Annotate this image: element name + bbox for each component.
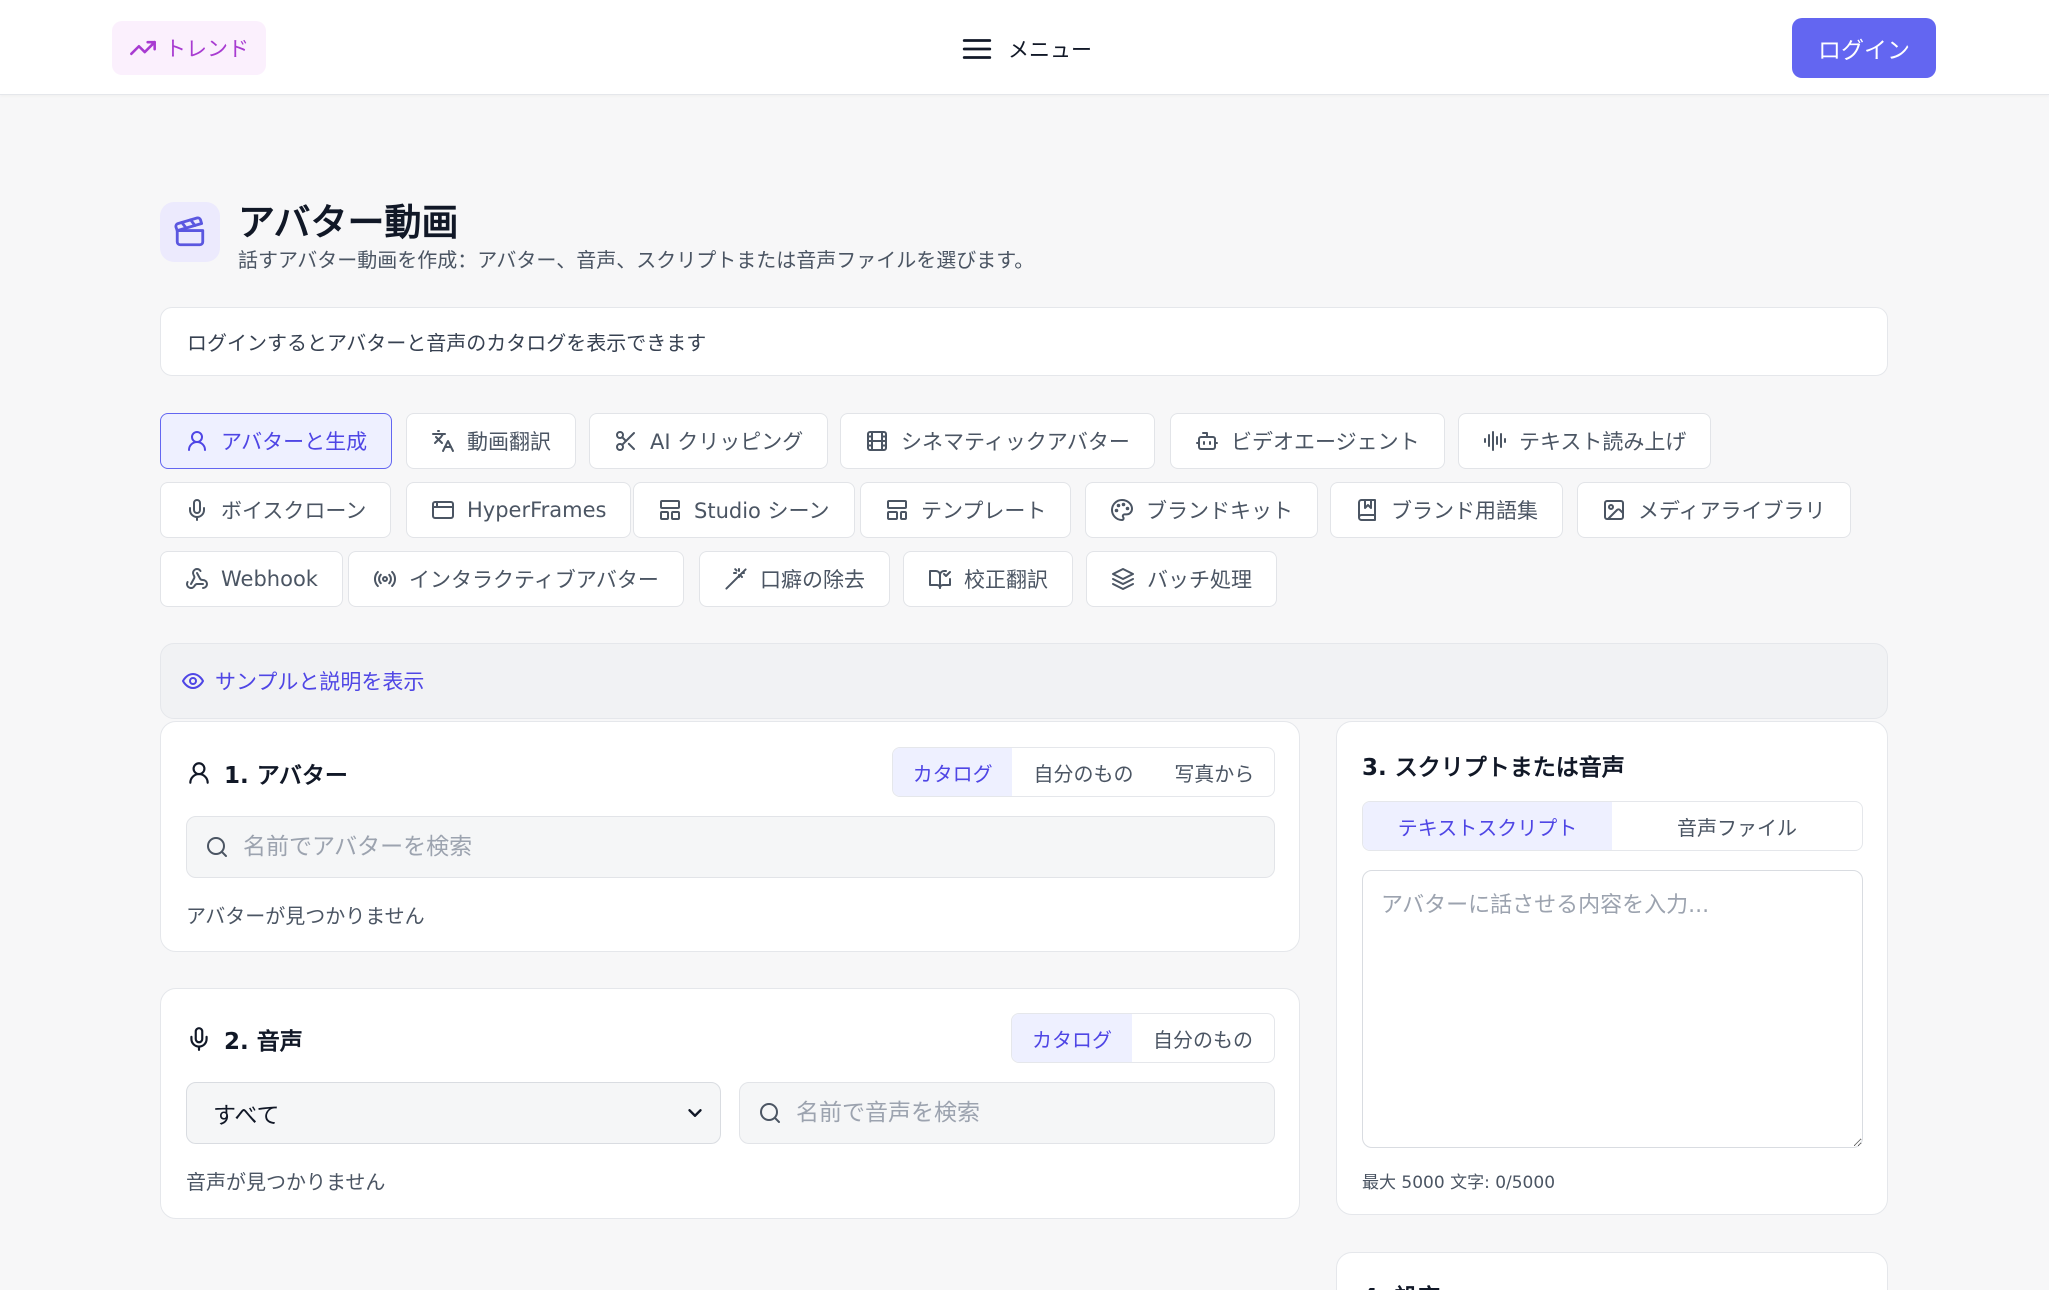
tool-tab-label: アバターと生成 <box>221 430 368 454</box>
script-tab-text[interactable]: テキストスクリプト <box>1363 802 1612 850</box>
voice-tab-mine[interactable]: 自分のもの <box>1132 1014 1274 1062</box>
top-header: トレンド メニュー ログイン <box>0 0 2049 95</box>
avatar-tab-mine[interactable]: 自分のもの <box>1012 748 1154 796</box>
layout-icon <box>658 498 682 522</box>
trend-button[interactable]: トレンド <box>112 21 266 75</box>
tool-tab-ai-clipping[interactable]: AI クリッピング <box>589 413 829 469</box>
trend-label: トレンド <box>165 37 249 61</box>
page-title-badge <box>160 202 220 262</box>
layers-icon <box>1111 567 1135 591</box>
tool-tab-template[interactable]: テンプレート <box>860 482 1072 538</box>
script-textarea[interactable] <box>1362 870 1863 1148</box>
film-icon <box>865 429 889 453</box>
user-icon <box>186 760 212 786</box>
tool-tab-media-library[interactable]: メディアライブラリ <box>1577 482 1851 538</box>
tool-tab-text-to-speech[interactable]: テキスト読み上げ <box>1458 413 1712 469</box>
microphone-icon <box>186 1026 212 1052</box>
bot-icon <box>1195 429 1219 453</box>
search-icon <box>758 1101 782 1125</box>
tool-tab-label: メディアライブラリ <box>1638 499 1826 523</box>
search-icon <box>205 835 229 859</box>
tool-tab-label: AI クリッピング <box>650 430 804 454</box>
show-samples-toggle[interactable]: サンプルと説明を表示 <box>160 643 1888 719</box>
audio-waveform-icon <box>1483 429 1507 453</box>
show-samples-label: サンプルと説明を表示 <box>215 670 425 694</box>
page-title: アバター動画 <box>238 201 459 244</box>
voice-card-title: 2. 音声 <box>186 1022 303 1056</box>
tool-tab-label: 校正翻訳 <box>964 568 1048 592</box>
tool-tab-video-translate[interactable]: 動画翻訳 <box>406 413 576 469</box>
scissors-icon <box>614 429 638 453</box>
translate-icon <box>431 429 455 453</box>
tool-tab-label: ブランド用語集 <box>1391 499 1538 523</box>
image-icon <box>1602 498 1626 522</box>
user-icon <box>185 429 209 453</box>
eye-icon <box>181 669 205 693</box>
avatar-search-input[interactable] <box>243 834 1274 860</box>
tool-tab-webhook[interactable]: Webhook <box>160 551 343 607</box>
avatar-tab-catalog[interactable]: カタログ <box>893 748 1013 796</box>
magic-wand-icon <box>724 567 748 591</box>
tool-tab-brand-glossary[interactable]: ブランド用語集 <box>1330 482 1563 538</box>
avatar-tab-from-photo[interactable]: 写真から <box>1155 748 1274 796</box>
tool-tab-label: ボイスクローン <box>221 499 367 523</box>
voice-source-tabs: カタログ 自分のもの <box>1011 1013 1275 1063</box>
tool-tab-batch-processing[interactable]: バッチ処理 <box>1086 551 1277 607</box>
voice-tab-catalog[interactable]: カタログ <box>1012 1014 1133 1062</box>
avatar-card-title: 1. アバター <box>186 756 348 790</box>
script-tab-audio-file[interactable]: 音声ファイル <box>1612 802 1862 850</box>
webhook-icon <box>185 567 209 591</box>
login-button[interactable]: ログイン <box>1792 18 1936 78</box>
tool-tab-proofread-translate[interactable]: 校正翻訳 <box>903 551 1073 607</box>
tool-tab-video-agent[interactable]: ビデオエージェント <box>1170 413 1445 469</box>
tool-tab-label: インタラクティブアバター <box>409 568 659 592</box>
tool-tab-hyperframes[interactable]: HyperFrames <box>406 482 632 538</box>
avatar-search-field <box>186 816 1275 878</box>
tool-tab-label: テキスト読み上げ <box>1519 430 1687 454</box>
settings-card-title: 4. 設定 <box>1362 1278 1441 1290</box>
tool-tab-avatar-generate[interactable]: アバターと生成 <box>160 413 393 469</box>
tool-tab-label: バッチ処理 <box>1147 568 1252 592</box>
tool-tab-voice-clone[interactable]: ボイスクローン <box>160 482 392 538</box>
menu-button[interactable]: メニュー <box>960 28 1092 70</box>
tool-tab-label: ビデオエージェント <box>1231 430 1420 454</box>
tool-tab-label: Webhook <box>221 567 318 591</box>
radio-broadcast-icon <box>373 567 397 591</box>
trending-up-icon <box>129 34 157 62</box>
tool-tab-label: シネマティックアバター <box>901 430 1130 454</box>
palette-icon <box>1110 498 1134 522</box>
chevron-down-icon <box>684 1102 706 1124</box>
script-source-tabs: テキストスクリプト 音声ファイル <box>1362 801 1863 851</box>
tool-tab-label: 口癖の除去 <box>760 568 865 592</box>
tool-tab-label: 動画翻訳 <box>467 430 551 454</box>
tool-tab-label: テンプレート <box>921 499 1047 523</box>
char-count: 最大 5000 文字: 0/5000 <box>1362 1173 1556 1193</box>
login-notice: ログインするとアバターと音声のカタログを表示できます <box>160 307 1888 376</box>
voice-filter-select[interactable]: すべて <box>186 1082 721 1144</box>
tool-tab-brand-kit[interactable]: ブランドキット <box>1085 482 1318 538</box>
page-subtitle: 話すアバター動画を作成：アバター、音声、スクリプトまたは音声ファイルを選びます。 <box>238 248 1035 272</box>
script-card-title: 3. スクリプトまたは音声 <box>1362 755 1625 781</box>
browser-window-icon <box>431 498 455 522</box>
avatar-empty-text: アバターが見つかりません <box>186 904 425 928</box>
voice-empty-text: 音声が見つかりません <box>186 1170 386 1194</box>
menu-label: メニュー <box>1008 38 1092 62</box>
book-check-icon <box>928 567 952 591</box>
book-bookmark-icon <box>1355 498 1379 522</box>
tool-tab-label: ブランドキット <box>1146 499 1293 523</box>
tool-tab-label: Studio シーン <box>694 499 830 523</box>
clapperboard-icon <box>173 215 207 249</box>
tool-tab-filler-removal[interactable]: 口癖の除去 <box>699 551 890 607</box>
avatar-source-tabs: カタログ 自分のもの 写真から <box>892 747 1275 797</box>
microphone-icon <box>185 498 209 522</box>
voice-search-input[interactable] <box>796 1100 1274 1126</box>
template-icon <box>885 498 909 522</box>
tool-tab-interactive-avatar[interactable]: インタラクティブアバター <box>348 551 684 607</box>
voice-filter-value: すべて <box>213 1103 280 1129</box>
tool-tab-label: HyperFrames <box>467 498 607 522</box>
tool-tab-cinematic-avatar[interactable]: シネマティックアバター <box>840 413 1155 469</box>
tool-tab-studio-scene[interactable]: Studio シーン <box>633 482 855 538</box>
voice-search-field <box>739 1082 1275 1144</box>
hamburger-menu-icon <box>960 32 994 66</box>
